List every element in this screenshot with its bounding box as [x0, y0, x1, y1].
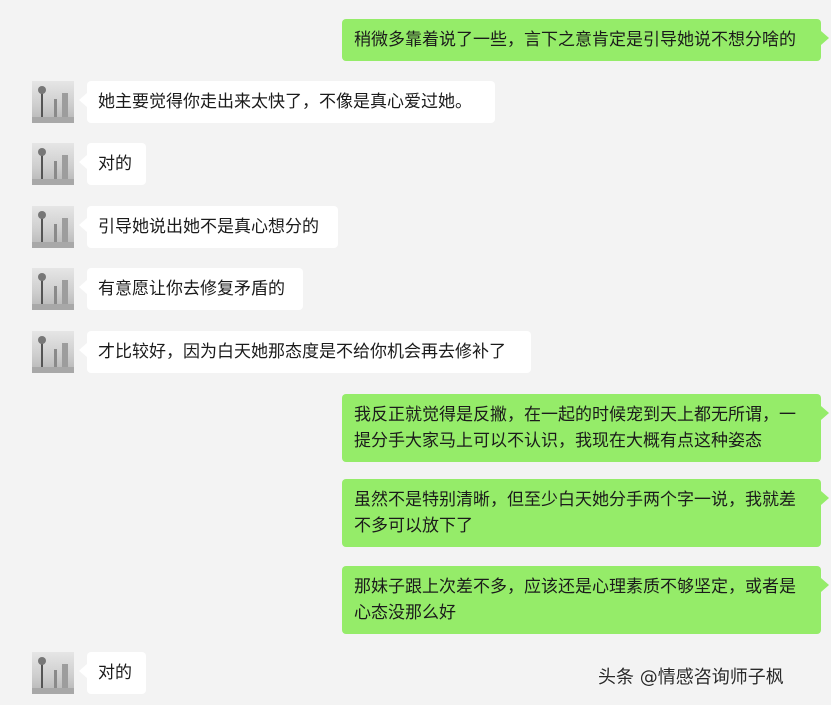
- outgoing-message-bubble[interactable]: 我反正就觉得是反撇，在一起的时候宠到天上都无所谓，一提分手大家马上可以不认识，我…: [342, 394, 829, 462]
- contact-avatar-icon[interactable]: [32, 143, 74, 185]
- outgoing-message-bubble[interactable]: 虽然不是特别清晰，但至少白天她分手两个字一说，我就差不多可以放下了: [342, 479, 829, 547]
- incoming-message-bubble[interactable]: 才比较好，因为白天她那态度是不给你机会再去修补了: [79, 331, 531, 373]
- incoming-message-bubble[interactable]: 对的: [79, 652, 146, 694]
- incoming-message-bubble[interactable]: 对的: [79, 143, 146, 185]
- outgoing-message-bubble[interactable]: 稍微多靠着说了一些，言下之意肯定是引导她说不想分啥的: [342, 19, 829, 61]
- contact-avatar-icon[interactable]: [32, 268, 74, 310]
- contact-avatar-icon[interactable]: [32, 206, 74, 248]
- contact-avatar-icon[interactable]: [32, 652, 74, 694]
- incoming-message-bubble[interactable]: 有意愿让你去修复矛盾的: [79, 268, 303, 310]
- incoming-message-bubble[interactable]: 引导她说出她不是真心想分的: [79, 206, 338, 248]
- chat-area: 稍微多靠着说了一些，言下之意肯定是引导她说不想分啥的 她主要觉得你走出来太快了，…: [0, 0, 831, 705]
- outgoing-message-bubble[interactable]: 那妹子跟上次差不多，应该还是心理素质不够坚定，或者是心态没那么好: [342, 566, 829, 634]
- contact-avatar-icon[interactable]: [32, 81, 74, 123]
- incoming-message-bubble[interactable]: 她主要觉得你走出来太快了，不像是真心爱过她。: [79, 81, 495, 123]
- contact-avatar-icon[interactable]: [32, 331, 74, 373]
- watermark: 头条 @情感咨询师子枫: [598, 667, 784, 688]
